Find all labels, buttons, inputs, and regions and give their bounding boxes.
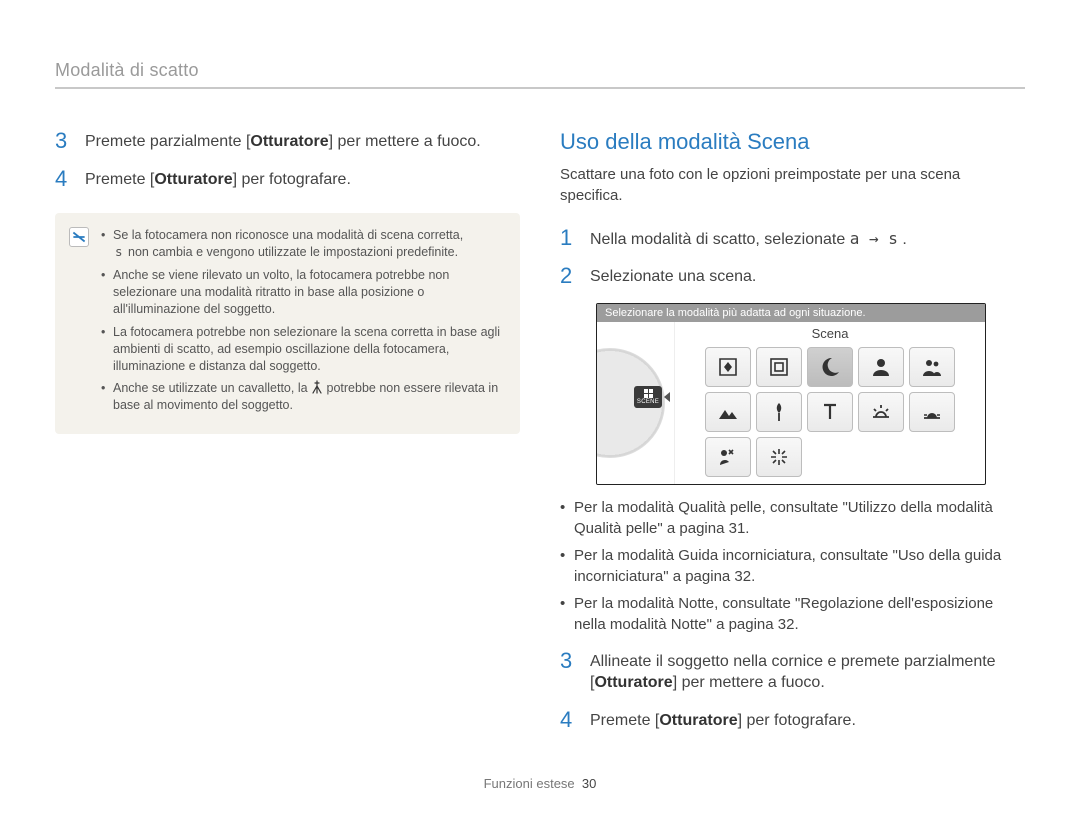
lcd-body: SCENE Scena — [597, 322, 985, 484]
content-columns: 3 Premete parzialmente [Otturatore] per … — [55, 129, 1025, 746]
step-number: 3 — [560, 649, 578, 694]
text: non cambia e vengono utilizzate le impos… — [125, 245, 459, 259]
glyph-s: s — [888, 229, 898, 248]
right-step-1: 1 Nella modalità di scatto, selezionate … — [560, 226, 1025, 251]
text: Nella modalità di scatto, selezionate — [590, 231, 850, 248]
scene-tile-beautyshot-icon[interactable] — [705, 347, 751, 387]
section-title: Uso della modalità Scena — [560, 129, 1025, 155]
step-number: 2 — [560, 264, 578, 288]
step-text: Premete [Otturatore] per fotografare. — [85, 167, 351, 191]
text: Allineate il soggetto nella cornice e pr… — [590, 653, 996, 670]
reference-item: Per la modalità Notte, consultate "Regol… — [560, 593, 1025, 635]
scene-grid — [705, 347, 955, 485]
scene-tile-sunset-icon[interactable] — [858, 392, 904, 432]
shutter-label: Otturatore — [154, 171, 232, 188]
left-step-3: 3 Premete parzialmente [Otturatore] per … — [55, 129, 520, 153]
section-intro: Scattare una foto con le opzioni preimpo… — [560, 165, 1025, 206]
left-column: 3 Premete parzialmente [Otturatore] per … — [55, 129, 520, 746]
note-icon — [69, 227, 89, 247]
page-number: 30 — [582, 776, 596, 791]
mode-dial: SCENE — [597, 322, 675, 484]
dial-selected: SCENE — [634, 386, 670, 408]
glyph-a: a — [850, 229, 860, 248]
step-number: 4 — [55, 167, 73, 191]
scene-tile-text-icon[interactable] — [807, 392, 853, 432]
scene-chip-icon: SCENE — [634, 386, 662, 408]
note-box: Se la fotocamera non riconosce una modal… — [55, 213, 520, 434]
step-number: 4 — [560, 708, 578, 732]
note-item: Anche se viene rilevato un volto, la fot… — [101, 267, 502, 318]
text: Premete [ — [85, 171, 154, 188]
shutter-label: Otturatore — [594, 674, 672, 691]
mode-glyph-s: s — [113, 244, 125, 259]
scene-tile-closeup-icon[interactable] — [756, 392, 802, 432]
note-item: La fotocamera potrebbe non selezionare l… — [101, 324, 502, 375]
footer: Funzioni estese 30 — [0, 776, 1080, 791]
step-text: Allineate il soggetto nella cornice e pr… — [590, 649, 996, 694]
scene-tile-fireworks-icon[interactable] — [756, 437, 802, 477]
right-column: Uso della modalità Scena Scattare una fo… — [560, 129, 1025, 746]
footer-section: Funzioni estese — [484, 776, 575, 791]
scene-tile-landscape-icon[interactable] — [705, 392, 751, 432]
note-item: Anche se utilizzate un cavalletto, la po… — [101, 380, 502, 414]
shutter-label: Otturatore — [659, 712, 737, 729]
text: ] per mettere a fuoco. — [329, 133, 481, 150]
right-step-3: 3 Allineate il soggetto nella cornice e … — [560, 649, 1025, 694]
text: . — [898, 231, 907, 248]
shutter-label: Otturatore — [250, 133, 328, 150]
text: Anche se utilizzate un cavalletto, la — [113, 381, 311, 395]
note-list: Se la fotocamera non riconosce una modal… — [101, 227, 502, 420]
step-text: Premete parzialmente [Otturatore] per me… — [85, 129, 481, 153]
scene-tile-portrait-icon[interactable] — [858, 347, 904, 387]
text: Premete parzialmente [ — [85, 133, 250, 150]
step-text: Premete [Otturatore] per fotografare. — [590, 708, 856, 732]
lcd-right: Scena — [675, 322, 985, 484]
step-number: 3 — [55, 129, 73, 153]
scene-tile-children-icon[interactable] — [909, 347, 955, 387]
page: Modalità di scatto 3 Premete parzialment… — [0, 0, 1080, 815]
text: ] per mettere a fuoco. — [673, 674, 825, 691]
right-step-2: 2 Selezionate una scena. — [560, 264, 1025, 288]
reference-list: Per la modalità Qualità pelle, consultat… — [560, 497, 1025, 635]
scene-tile-night-icon[interactable] — [807, 347, 853, 387]
chevron-left-icon — [664, 392, 670, 402]
text: ] per fotografare. — [738, 712, 856, 729]
scene-tile-dawn-icon[interactable] — [909, 392, 955, 432]
step-text: Selezionate una scena. — [590, 264, 756, 288]
step-text: Nella modalità di scatto, selezionate a … — [590, 226, 907, 251]
page-header: Modalità di scatto — [55, 60, 1025, 89]
text: Premete [ — [590, 712, 659, 729]
scene-chip-label: SCENE — [637, 399, 659, 405]
reference-item: Per la modalità Qualità pelle, consultat… — [560, 497, 1025, 539]
camera-lcd: Selezionare la modalità più adatta ad og… — [596, 303, 986, 485]
scene-tile-frameguide-icon[interactable] — [756, 347, 802, 387]
scene-tile-backlight-icon[interactable] — [705, 437, 751, 477]
note-item: Se la fotocamera non riconosce una modal… — [101, 227, 502, 261]
lcd-mode-label: Scena — [812, 322, 849, 347]
text: ] per fotografare. — [233, 171, 351, 188]
tripod-icon — [311, 380, 323, 394]
right-step-4: 4 Premete [Otturatore] per fotografare. — [560, 708, 1025, 732]
step-number: 1 — [560, 226, 578, 251]
arrow-icon: → — [859, 229, 888, 248]
reference-item: Per la modalità Guida incorniciatura, co… — [560, 545, 1025, 587]
lcd-hint: Selezionare la modalità più adatta ad og… — [597, 304, 985, 322]
left-step-4: 4 Premete [Otturatore] per fotografare. — [55, 167, 520, 191]
text: Se la fotocamera non riconosce una modal… — [113, 228, 463, 242]
